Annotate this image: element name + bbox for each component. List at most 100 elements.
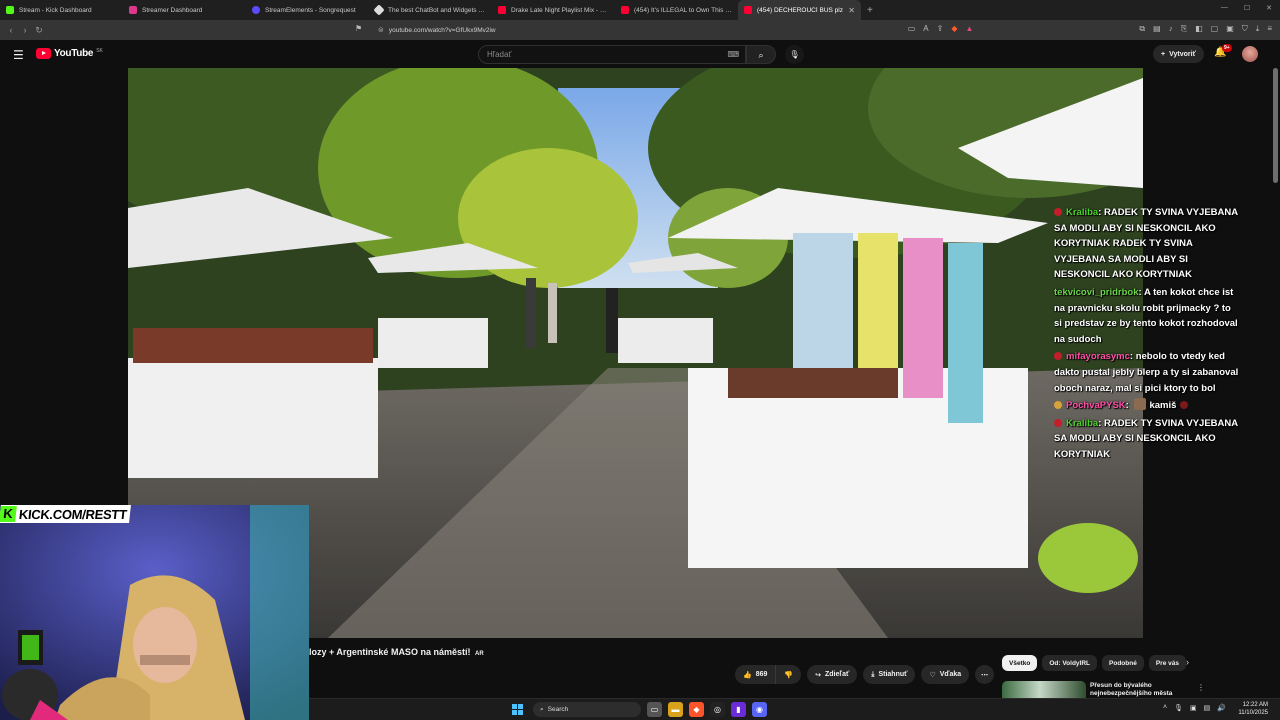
download-button[interactable]: ⤓ Stiahnuť [863,665,916,684]
taskbar-apps: ▭ ▬ ◆ ◎ ▮ ◉ [647,702,767,717]
panel-icon[interactable]: ◧ [1195,24,1203,34]
discord-icon[interactable]: ◉ [752,702,767,717]
taskbar-search-icon: ⌕ [540,705,544,713]
chat-username: Kraliba [1066,207,1099,218]
new-tab-icon[interactable]: + [867,5,873,16]
video-title: lozy + Argentinské MASO na náměstí! AR [309,647,484,657]
brave-browser-icon[interactable]: ◆ [689,702,704,717]
url-field[interactable]: ⊜ youtube.com/watch?v=GfUkx9Mv2iw [370,23,910,37]
chat-username: mifayorasymc [1066,351,1130,363]
tray-chevron-icon[interactable]: ˄ [1163,704,1167,712]
youtube-logo[interactable]: YouTube SK [36,48,103,59]
search-button[interactable]: ⌕ [746,45,776,64]
taskbar-clock[interactable]: 12:22 AM 11/10/2025 [1238,701,1268,717]
translate-icon[interactable]: A [923,24,928,34]
browser-tab-streamelements[interactable]: StreamElements - Songrequest [246,0,369,20]
reload-icon[interactable]: ↻ [32,25,46,36]
tray-app-icon[interactable]: ▣ [1190,704,1197,712]
more-actions-button[interactable]: ⋯ [975,665,995,684]
tab-title: (454) DECHEROUCÍ BUS plz [757,6,843,14]
download-icon[interactable]: ⤓ [1256,24,1260,34]
back-icon[interactable]: ‹ [4,25,18,35]
forward-icon[interactable]: › [18,25,32,35]
minimize-icon[interactable]: — [1221,4,1228,12]
browser-tab-drake[interactable]: Drake Late Night Playlist Mix - Comp [492,0,615,20]
music-icon[interactable]: ♪ [1169,24,1173,34]
site-info-icon[interactable]: ⊜ [378,26,384,34]
keyboard-icon[interactable]: ⌨ [727,50,739,59]
address-bar-row: ‹ › ↻ ⚑ ⊜ youtube.com/watch?v=GfUkx9Mv2i… [0,20,1280,40]
copy-icon[interactable]: ⎘ [1181,24,1187,34]
recommended-menu-icon[interactable]: ⋮ [1197,683,1205,692]
sidebar-icon[interactable]: ▤ [1153,24,1161,34]
share-button[interactable]: ↪ Zdieľať [807,665,858,684]
bookmark-icon[interactable]: ⚑ [355,24,362,33]
youtube-masthead: ☰ YouTube SK Hľadať ⌨ ⌕ 🎙 + Vytvoriť 🔔 9+ [0,40,1280,68]
url-text: youtube.com/watch?v=GfUkx9Mv2iw [388,26,496,34]
create-button[interactable]: + Vytvoriť [1153,45,1204,63]
menu-icon[interactable]: ≡ [1267,24,1272,34]
chip-from-channel[interactable]: Od: VoldyIRL [1042,655,1098,671]
search-input[interactable]: Hľadať ⌨ [478,45,746,64]
cast-icon[interactable]: ▭ [908,24,916,34]
window-icon[interactable]: ▢ [1211,24,1219,34]
browser-tab-streamer-dashboard[interactable]: Streamer Dashboard [123,0,246,20]
rewards-icon[interactable]: ▲ [965,24,973,34]
streamer-webcam [0,505,309,720]
tray-volume-icon[interactable]: 🔊 [1217,704,1226,712]
maximize-icon[interactable]: ☐ [1244,4,1250,12]
browser-tab-active[interactable]: (454) DECHEROUCÍ BUS plz ✕ [738,0,861,20]
thanks-button[interactable]: ♡ Vďaka [921,665,970,684]
dislike-button[interactable]: 👎 [776,665,802,684]
clock-date: 11/10/2025 [1238,710,1268,716]
taskbar-search[interactable]: ⌕ Search [533,702,641,717]
file-explorer-icon[interactable]: ▬ [668,702,683,717]
account-avatar[interactable] [1242,46,1258,62]
search-placeholder: Hľadať [487,50,512,59]
page-scrollbar[interactable] [1273,68,1278,720]
youtube-favicon-icon [498,6,506,14]
browser-tab-kick[interactable]: Stream - Kick Dashboard [0,0,123,20]
voice-search-button[interactable]: 🎙 [785,45,804,64]
thumbs-up-icon: 👍 [743,671,752,679]
chat-username: tekvicovi_pridrbok [1054,286,1139,298]
chip-all[interactable]: Všetko [1002,655,1038,671]
close-window-icon[interactable]: ✕ [1266,4,1272,12]
scrollbar-thumb[interactable] [1273,68,1278,183]
shield-outline-icon[interactable]: ⛉ [1242,24,1248,34]
share-arrow-icon: ↪ [815,671,821,679]
subscriber-badge-icon [1054,418,1062,427]
guide-menu-icon[interactable]: ☰ [13,48,24,62]
recommended-title[interactable]: Přesun do bývalého nejnebezpečnějšího mě… [1090,682,1195,698]
youtube-play-icon [36,48,51,59]
like-count: 869 [755,671,768,678]
tab-close-icon[interactable]: ✕ [848,6,855,15]
streamer-favicon-icon [129,6,137,14]
like-button[interactable]: 👍 869 [735,665,777,684]
share-page-icon[interactable]: ⇪ [937,24,944,34]
chip-similar[interactable]: Podobné [1102,655,1144,671]
wallet-icon[interactable]: ▣ [1226,24,1234,34]
extensions-icon[interactable]: ⧉ [1139,24,1145,34]
twitch-icon[interactable]: ▮ [731,702,746,717]
subscriber-badge-icon [1054,352,1062,361]
tray-mic-icon[interactable]: 🎙 [1174,704,1183,712]
windows-start-icon[interactable] [512,704,523,715]
youtube-favicon-icon [744,6,752,14]
search-icon: ⌕ [758,50,764,60]
brave-shield-icon[interactable]: ◆ [951,24,957,34]
tray-network-icon[interactable]: ▤ [1204,704,1211,712]
taskview-icon[interactable]: ▭ [647,702,662,717]
chat-message: Kraliba: RADEK TY SVINA VYJEBANA SA MODL… [1054,417,1238,460]
chip-for-you[interactable]: Pre vás [1148,655,1186,671]
title-badge: AR [474,651,484,657]
share-label: Zdieľať [825,671,850,678]
chat-message: tekvicovi_pridrbok: A ten kokot chce ist… [1054,286,1238,345]
system-tray: ˄ 🎙 ▣ ▤ 🔊 [1163,704,1226,712]
youtube-logo-text: YouTube [54,48,94,59]
emote-icon [1134,398,1147,411]
chips-next-chevron-icon[interactable]: › [1186,657,1189,667]
browser-tab-chatbot[interactable]: The best ChatBot and Widgets for K [369,0,492,20]
obs-icon[interactable]: ◎ [710,702,725,717]
browser-tab-illegal[interactable]: (454) It's ILLEGAL to Own This 90's I [615,0,738,20]
